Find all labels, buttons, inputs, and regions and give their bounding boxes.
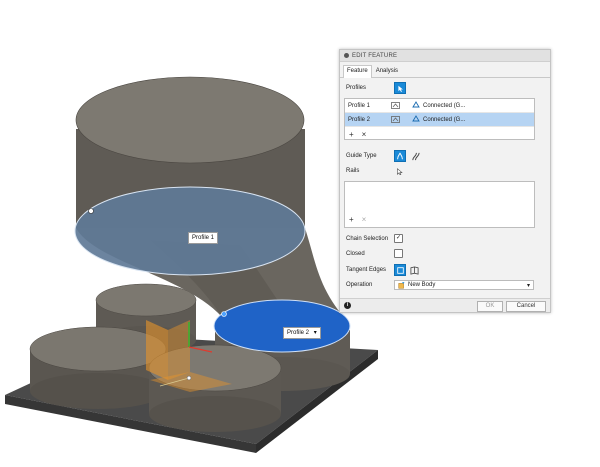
closed-checkbox[interactable] xyxy=(394,249,403,258)
check-icon: ✓ xyxy=(395,235,402,241)
profile-2-tag-text: Profile 2 xyxy=(287,330,310,336)
profile-2-tag[interactable]: Profile 2 ▾ xyxy=(283,327,321,339)
remove-profile-button[interactable]: × xyxy=(362,130,367,139)
profile-1-sketch[interactable] xyxy=(74,186,306,276)
cursor-icon xyxy=(396,167,403,175)
profile-1-point[interactable] xyxy=(88,208,94,214)
rails-list: + × xyxy=(344,181,535,228)
panel-tabs: Feature Analysis xyxy=(340,65,550,78)
centerline-guide-icon xyxy=(411,152,420,160)
profile-row-name: Profile 1 xyxy=(348,102,371,109)
tangent-edges-keep-button[interactable] xyxy=(409,265,419,275)
chevron-down-icon: ▾ xyxy=(526,282,530,289)
add-profile-button[interactable]: + xyxy=(349,130,354,139)
tangent-edges-row: Tangent Edges xyxy=(346,264,419,276)
profiles-select-button[interactable] xyxy=(394,82,406,94)
profile-row-2[interactable]: Profile 2 Connected (G... xyxy=(345,113,534,127)
operation-row: Operation New Body ▾ xyxy=(346,280,534,290)
chain-selection-label: Chain Selection xyxy=(346,235,389,242)
info-icon[interactable]: i xyxy=(344,302,351,309)
remove-rail-button[interactable]: × xyxy=(362,215,367,224)
guide-centerline-button[interactable] xyxy=(410,151,420,161)
tab-feature[interactable]: Feature xyxy=(343,65,372,78)
profile-row-status: Connected (G... xyxy=(423,116,466,123)
profile-2-point[interactable] xyxy=(221,311,227,317)
profile-1-tag[interactable]: Profile 1 xyxy=(188,232,219,244)
keep-edges-icon xyxy=(409,265,419,275)
profiles-label: Profiles xyxy=(346,85,367,91)
profile-2-sketch[interactable] xyxy=(213,299,351,353)
operation-dropdown[interactable]: New Body ▾ xyxy=(394,280,534,290)
connected-icon xyxy=(412,101,420,110)
profiles-list: Profile 1 Connected (G... Profile 2 Conn… xyxy=(344,98,535,140)
profiles-row: Profiles xyxy=(346,82,406,94)
cylinder-left xyxy=(29,326,167,409)
panel-titlebar[interactable]: EDIT FEATURE xyxy=(340,50,550,62)
cancel-button[interactable]: Cancel xyxy=(506,301,546,312)
profiles-add-remove: + × xyxy=(345,127,534,142)
operation-value: New Body xyxy=(408,282,436,288)
edit-feature-panel: EDIT FEATURE Feature Analysis Profiles P… xyxy=(339,49,551,313)
profile-row-name: Profile 2 xyxy=(348,116,371,123)
panel-title: EDIT FEATURE xyxy=(352,52,398,59)
profile-1-tag-text: Profile 1 xyxy=(192,235,215,241)
closed-label: Closed xyxy=(346,250,365,257)
rails-row: Rails xyxy=(346,166,404,176)
tangent-edges-label: Tangent Edges xyxy=(346,267,387,273)
new-body-icon xyxy=(398,281,405,289)
rails-add-remove: + × xyxy=(345,212,370,227)
connected-icon xyxy=(412,115,420,124)
add-rail-button[interactable]: + xyxy=(349,215,354,224)
guide-rails-button[interactable] xyxy=(394,150,406,162)
rails-label: Rails xyxy=(346,168,360,174)
ok-button[interactable]: OK xyxy=(477,301,503,312)
tangency-icon[interactable] xyxy=(378,116,412,123)
rails-guide-icon xyxy=(397,152,403,160)
guide-type-row: Guide Type xyxy=(346,150,420,162)
chain-selection-checkbox[interactable]: ✓ xyxy=(394,234,403,243)
profile-2-tag-caret[interactable]: ▾ xyxy=(314,330,317,336)
cursor-icon xyxy=(397,85,403,92)
closed-row: Closed xyxy=(346,249,403,258)
guide-type-label: Guide Type xyxy=(346,153,377,159)
collapse-icon[interactable] xyxy=(344,53,349,58)
tangency-icon[interactable] xyxy=(378,102,412,109)
operation-label: Operation xyxy=(346,282,373,288)
profile-row-status: Connected (G... xyxy=(423,102,466,109)
profile-row-1[interactable]: Profile 1 Connected (G... xyxy=(345,99,534,113)
rails-select-button[interactable] xyxy=(394,166,404,176)
tangent-edges-merge-button[interactable] xyxy=(394,264,406,276)
merge-edges-icon xyxy=(396,266,404,274)
panel-footer: i OK Cancel xyxy=(340,298,550,312)
chain-selection-row: Chain Selection ✓ xyxy=(346,234,403,243)
tab-analysis[interactable]: Analysis xyxy=(372,65,402,77)
